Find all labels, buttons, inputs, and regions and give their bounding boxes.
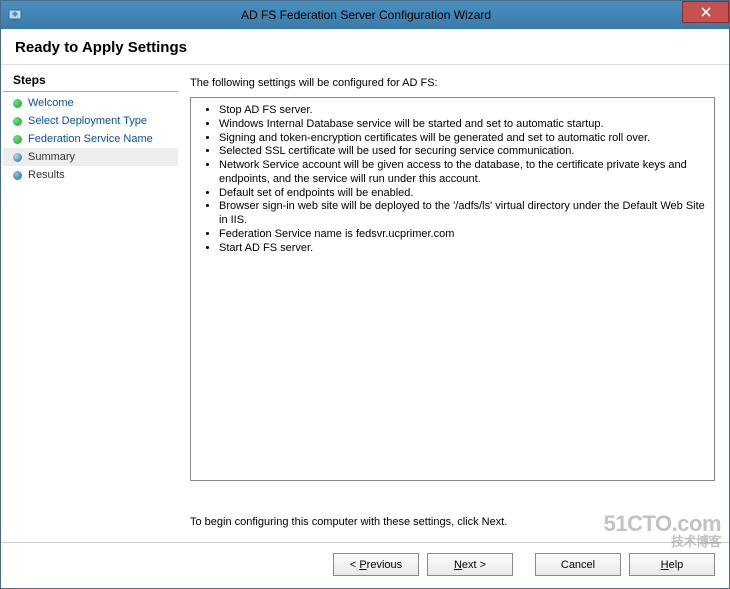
steps-sidebar: Steps Welcome Select Deployment Type Fed… [1, 65, 180, 542]
footer-instruction: To begin configuring this computer with … [190, 502, 715, 542]
step-deployment-type[interactable]: Select Deployment Type [3, 112, 178, 130]
next-button[interactable]: Next > [427, 553, 513, 576]
step-label: Select Deployment Type [28, 115, 147, 127]
step-current-icon [13, 153, 22, 162]
step-pending-icon [13, 171, 22, 180]
previous-button[interactable]: < Previous [333, 553, 419, 576]
step-label: Welcome [28, 97, 74, 109]
step-federation-service-name[interactable]: Federation Service Name [3, 130, 178, 148]
intro-text: The following settings will be configure… [190, 77, 715, 89]
settings-list: Stop AD FS server. Windows Internal Data… [193, 104, 706, 255]
close-button[interactable] [682, 1, 729, 23]
step-label: Summary [28, 151, 75, 163]
window-title: AD FS Federation Server Configuration Wi… [23, 8, 729, 22]
step-done-icon [13, 135, 22, 144]
close-icon [701, 5, 711, 20]
step-label: Federation Service Name [28, 133, 153, 145]
cancel-button[interactable]: Cancel [535, 553, 621, 576]
step-done-icon [13, 117, 22, 126]
list-item: Stop AD FS server. [219, 104, 706, 118]
list-item: Windows Internal Database service will b… [219, 118, 706, 132]
body: Steps Welcome Select Deployment Type Fed… [1, 64, 729, 542]
step-summary[interactable]: Summary [3, 148, 178, 166]
step-welcome[interactable]: Welcome [3, 94, 178, 112]
heading-area: Ready to Apply Settings [1, 29, 729, 64]
settings-summary-box: Stop AD FS server. Windows Internal Data… [190, 97, 715, 481]
list-item: Default set of endpoints will be enabled… [219, 187, 706, 201]
list-item: Start AD FS server. [219, 242, 706, 256]
wizard-window: AD FS Federation Server Configuration Wi… [0, 0, 730, 589]
step-results: Results [3, 166, 178, 184]
list-item: Network Service account will be given ac… [219, 159, 706, 187]
list-item: Federation Service name is fedsvr.ucprim… [219, 228, 706, 242]
button-row: < Previous Next > Cancel Help [1, 542, 729, 588]
list-item: Browser sign-in web site will be deploye… [219, 200, 706, 228]
steps-header: Steps [3, 71, 178, 92]
main-panel: The following settings will be configure… [180, 65, 729, 542]
list-item: Selected SSL certificate will be used fo… [219, 145, 706, 159]
titlebar: AD FS Federation Server Configuration Wi… [1, 1, 729, 29]
step-label: Results [28, 169, 65, 181]
app-icon [7, 7, 23, 23]
page-heading: Ready to Apply Settings [15, 39, 715, 56]
step-done-icon [13, 99, 22, 108]
help-button[interactable]: Help [629, 553, 715, 576]
list-item: Signing and token-encryption certificate… [219, 132, 706, 146]
